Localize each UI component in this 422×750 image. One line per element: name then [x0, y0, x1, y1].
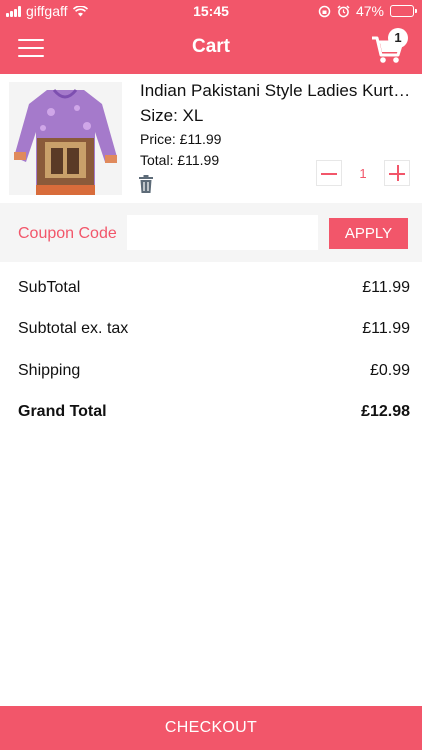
battery-percent: 47%	[355, 3, 384, 19]
page-title: Cart	[191, 36, 230, 57]
cart-item: Indian Pakistani Style Ladies Kurti Top …	[0, 74, 422, 203]
subtotal-value: £11.99	[362, 279, 410, 296]
coupon-section: Coupon Code APPLY	[0, 203, 422, 262]
shipping-row: Shipping £0.99	[18, 362, 410, 384]
grand-total-label: Grand Total	[18, 403, 107, 420]
product-image[interactable]	[9, 82, 122, 195]
quantity-value: 1	[359, 166, 367, 181]
subtotal-ex-tax-label: Subtotal ex. tax	[18, 320, 129, 337]
grand-total-row: Grand Total £12.98	[18, 403, 410, 425]
app-header: giffgaff 15:45 47% Cart 1	[0, 0, 422, 74]
cart-button[interactable]: 1	[370, 28, 408, 66]
orientation-lock-icon	[318, 5, 331, 17]
shipping-value: £0.99	[369, 362, 410, 379]
coupon-code-input[interactable]	[127, 215, 318, 250]
checkout-button[interactable]: CHECKOUT	[0, 706, 422, 750]
status-bar: giffgaff 15:45 47%	[0, 0, 422, 22]
battery-icon	[390, 5, 417, 17]
subtotal-label: SubTotal	[18, 279, 81, 296]
subtotal-row: SubTotal £11.99	[18, 279, 410, 301]
product-size: Size: XL	[140, 106, 204, 125]
grand-total-value: £12.98	[361, 403, 410, 420]
quantity-increase-button[interactable]	[384, 160, 410, 186]
quantity-decrease-button[interactable]	[316, 160, 342, 186]
coupon-label: Coupon Code	[18, 225, 117, 242]
apply-coupon-button[interactable]: APPLY	[329, 218, 408, 249]
product-title[interactable]: Indian Pakistani Style Ladies Kurti Top	[140, 81, 412, 101]
status-right: 47%	[318, 3, 417, 19]
alarm-icon	[337, 4, 350, 17]
delete-icon[interactable]	[138, 175, 154, 193]
subtotal-ex-tax-value: £11.99	[362, 320, 410, 337]
subtotal-ex-tax-row: Subtotal ex. tax £11.99	[18, 320, 410, 342]
shipping-label: Shipping	[18, 362, 81, 379]
product-price: Price: £11.99	[140, 131, 222, 147]
product-line-total: Total: £11.99	[140, 152, 220, 168]
cart-count-badge: 1	[388, 28, 408, 48]
navigation-bar: Cart 1	[0, 22, 422, 74]
